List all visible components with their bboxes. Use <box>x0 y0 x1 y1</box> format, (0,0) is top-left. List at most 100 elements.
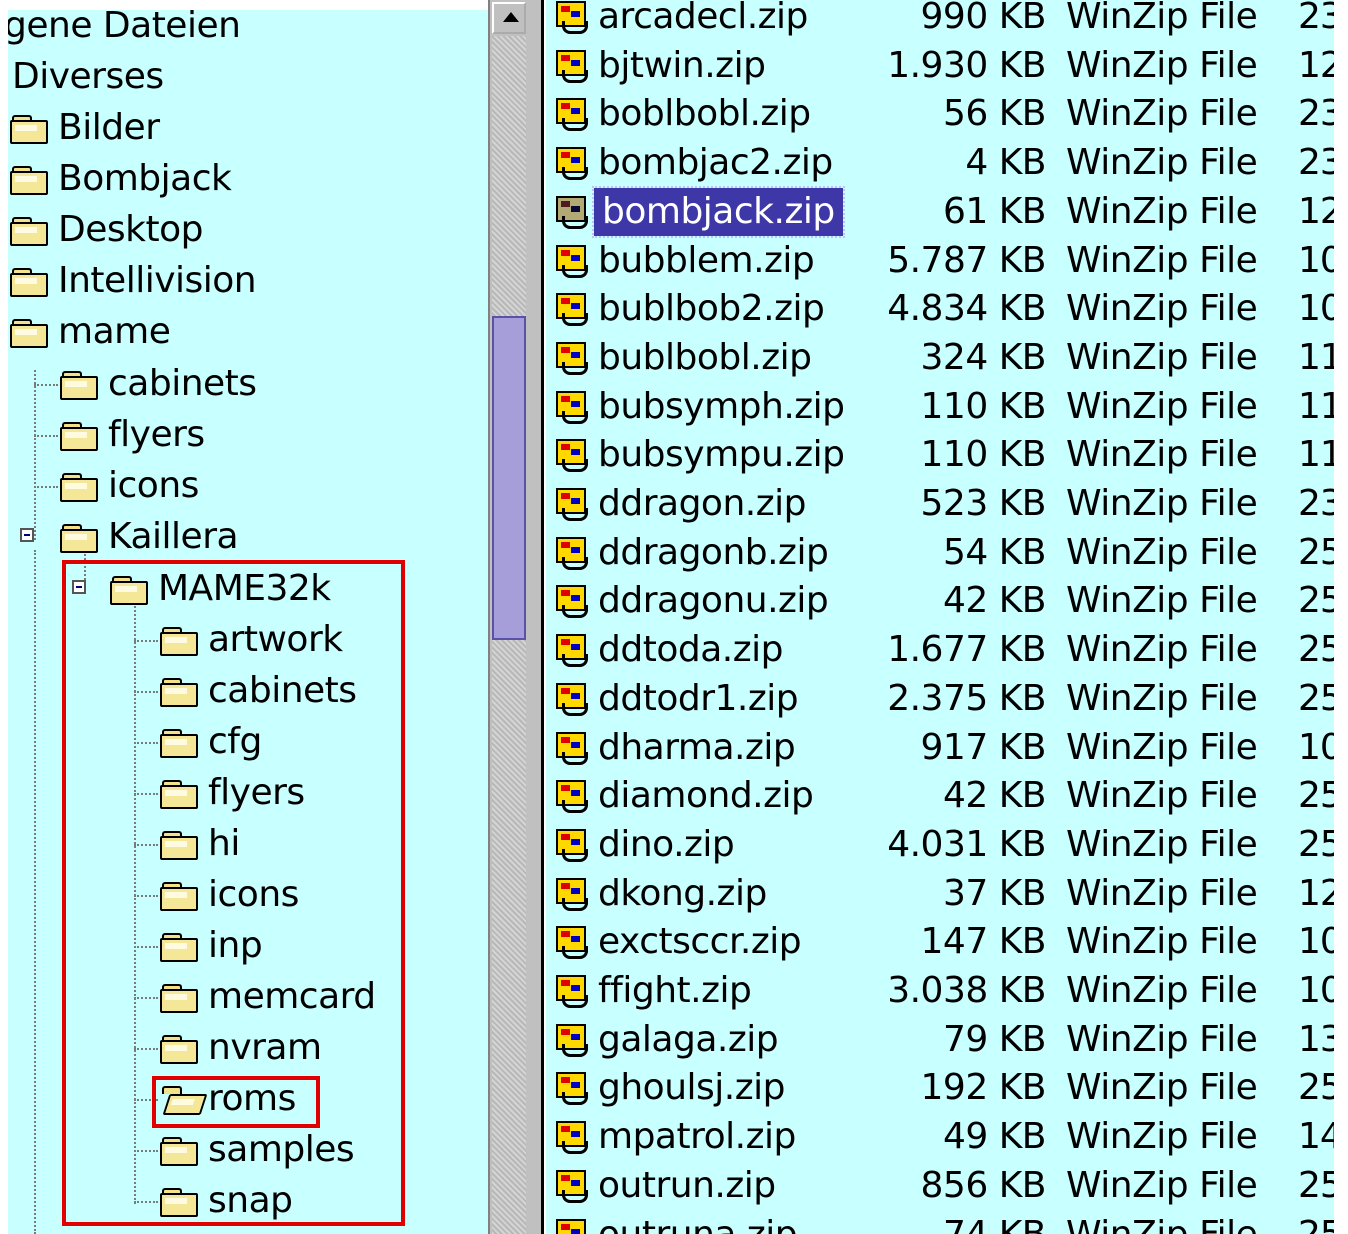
scroll-thumb[interactable] <box>492 316 526 640</box>
file-list[interactable]: arcadecl.zip 990 KB WinZip File 23 bjtwin.zi… <box>546 0 1334 1234</box>
file-size: 2.375 KB <box>887 677 1046 719</box>
tree-item-label: Bilder <box>58 107 160 148</box>
file-size: 3.038 KB <box>887 970 1046 1011</box>
file-row[interactable]: bombjac2.zip 4 KB WinZip File 23 <box>546 139 1334 187</box>
tree-item-cabinets[interactable]: cabinets <box>60 360 257 408</box>
file-row[interactable]: bubblem.zip 5.787 KB WinZip File 10 <box>546 237 1334 285</box>
winzip-file-icon <box>554 98 592 132</box>
tree-item-icons[interactable]: icons <box>60 462 199 510</box>
file-type: WinZip File <box>1066 93 1258 135</box>
file-type: WinZip File <box>1066 1116 1258 1158</box>
tree-item-bilder[interactable]: Bilder <box>10 104 160 152</box>
file-size: 37 KB <box>942 872 1047 914</box>
file-type: WinZip File <box>1066 580 1258 622</box>
file-row[interactable]: ddragon.zip 523 KB WinZip File 23 <box>546 480 1334 528</box>
file-date: 11 <box>1298 434 1334 476</box>
file-row[interactable]: dino.zip 4.031 KB WinZip File 25 <box>546 821 1334 869</box>
winzip-file-icon <box>554 439 592 473</box>
file-name: ddragonu.zip <box>598 580 829 622</box>
file-type: WinZip File <box>1066 823 1258 865</box>
file-row[interactable]: dkong.zip 37 KB WinZip File 12 <box>546 870 1334 918</box>
file-row[interactable]: galaga.zip 79 KB WinZip File 13 <box>546 1016 1334 1064</box>
file-row[interactable]: bjtwin.zip 1.930 KB WinZip File 12 <box>546 42 1334 90</box>
file-row[interactable]: ghoulsj.zip 192 KB WinZip File 25 <box>546 1064 1334 1112</box>
file-name: diamond.zip <box>598 775 814 817</box>
file-date: 12 <box>1298 44 1334 86</box>
winzip-file-icon <box>554 780 592 814</box>
file-row[interactable]: ddtodr1.zip 2.375 KB WinZip File 25 <box>546 675 1334 723</box>
file-date: 25 <box>1298 629 1334 671</box>
file-row[interactable]: outruna.zip 74 KB WinZip File 25 <box>546 1211 1334 1234</box>
folder-icon <box>10 164 50 195</box>
file-size: 79 KB <box>942 1018 1047 1060</box>
file-type: WinZip File <box>1066 288 1258 330</box>
scroll-up-arrow-icon[interactable] <box>492 2 526 34</box>
file-row[interactable]: ddragonb.zip 54 KB WinZip File 25 <box>546 529 1334 577</box>
tree-item-diverses[interactable]: Diverses <box>8 53 164 101</box>
file-row[interactable]: boblbobl.zip 56 KB WinZip File 23 <box>546 90 1334 138</box>
file-size: 856 KB <box>920 1164 1047 1206</box>
file-row[interactable]: bubsymph.zip 110 KB WinZip File 11 <box>546 383 1334 431</box>
tree-item-label: cabinets <box>108 363 257 404</box>
collapse-kaillera-icon[interactable] <box>20 528 34 542</box>
winzip-file-icon <box>554 634 592 668</box>
winzip-file-icon <box>554 536 592 571</box>
file-row[interactable]: bublbobl.zip 324 KB WinZip File 11 <box>546 334 1334 382</box>
file-row[interactable]: outrun.zip 856 KB WinZip File 25 <box>546 1162 1334 1210</box>
tree-item-kaillera[interactable]: Kaillera <box>60 513 239 561</box>
tree-item-intellivision[interactable]: Intellivision <box>10 257 257 305</box>
tree-line <box>34 370 36 540</box>
file-size: 74 KB <box>942 1213 1047 1234</box>
file-name: dkong.zip <box>598 872 767 914</box>
winzip-file-icon <box>554 975 592 1009</box>
tree-item-mame[interactable]: mame <box>10 308 171 356</box>
file-date: 25 <box>1298 1213 1334 1234</box>
file-type: WinZip File <box>1066 239 1258 281</box>
file-size: 42 KB <box>942 580 1047 622</box>
file-type: WinZip File <box>1066 1213 1258 1234</box>
file-date: 13 <box>1298 1018 1334 1060</box>
folder-icon <box>10 317 50 348</box>
pane-splitter[interactable] <box>528 0 544 1234</box>
file-row[interactable]: diamond.zip 42 KB WinZip File 25 <box>546 772 1334 820</box>
tree-item-eigene-dateien[interactable]: gene Dateien <box>8 10 241 50</box>
file-type: WinZip File <box>1066 483 1258 524</box>
winzip-file-icon <box>554 341 592 376</box>
winzip-file-icon <box>554 585 592 619</box>
file-type: WinZip File <box>1066 921 1258 963</box>
tree-item-bombjack[interactable]: Bombjack <box>10 155 232 203</box>
file-row[interactable]: arcadecl.zip 990 KB WinZip File 23 <box>546 0 1334 41</box>
file-row[interactable]: bombjack.zip 61 KB WinZip File 12 <box>546 185 1334 238</box>
file-name: ghoulsj.zip <box>598 1067 785 1109</box>
tree-item-label: gene Dateien <box>8 10 241 46</box>
file-size: 61 KB <box>942 190 1047 232</box>
file-date: 10 <box>1298 921 1334 963</box>
file-date: 25 <box>1298 775 1334 817</box>
file-type: WinZip File <box>1066 1018 1258 1060</box>
file-size: 110 KB <box>920 385 1047 427</box>
tree-scrollbar[interactable] <box>488 0 528 1234</box>
file-row[interactable]: bubsympu.zip 110 KB WinZip File 11 <box>546 431 1334 479</box>
file-date: 25 <box>1298 823 1334 865</box>
file-row[interactable]: ffight.zip 3.038 KB WinZip File 10 <box>546 967 1334 1015</box>
file-type: WinZip File <box>1066 531 1258 573</box>
file-row[interactable]: ddtoda.zip 1.677 KB WinZip File 25 <box>546 626 1334 674</box>
winzip-file-icon <box>554 1023 592 1058</box>
file-row[interactable]: exctsccr.zip 147 KB WinZip File 10 <box>546 918 1334 966</box>
file-row[interactable]: mpatrol.zip 49 KB WinZip File 14 <box>546 1113 1334 1161</box>
file-size: 4.031 KB <box>887 823 1046 865</box>
tree-item-flyers[interactable]: flyers <box>60 411 205 459</box>
file-row[interactable]: ddragonu.zip 42 KB WinZip File 25 <box>546 577 1334 625</box>
tree-item-desktop[interactable]: Desktop <box>10 206 203 254</box>
file-date: 10 <box>1298 970 1334 1011</box>
file-type: WinZip File <box>1066 142 1258 184</box>
file-name: bubsymph.zip <box>598 385 845 427</box>
file-date: 25 <box>1298 1164 1334 1206</box>
file-date: 11 <box>1298 336 1334 378</box>
file-row[interactable]: dharma.zip 917 KB WinZip File 10 <box>546 724 1334 772</box>
winzip-file-icon <box>554 926 592 960</box>
file-date: 12 <box>1298 190 1334 232</box>
file-row[interactable]: bublbob2.zip 4.834 KB WinZip File 10 <box>546 285 1334 333</box>
file-type: WinZip File <box>1066 775 1258 817</box>
file-size: 5.787 KB <box>887 239 1046 281</box>
